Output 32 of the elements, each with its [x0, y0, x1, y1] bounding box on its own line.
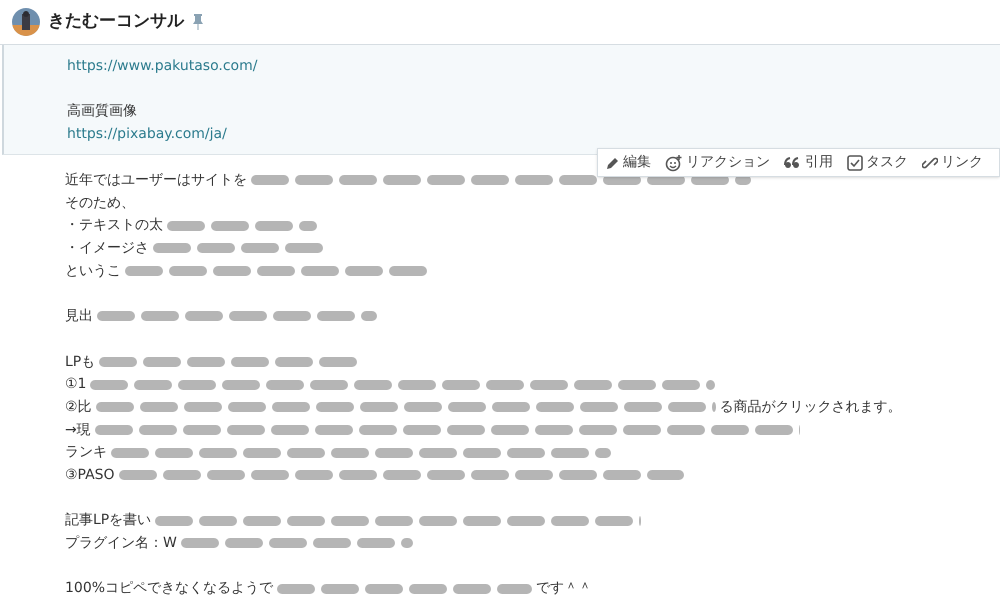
message-text: 高画質画像: [67, 103, 137, 120]
message-text: 見出: [65, 307, 93, 326]
link-icon: [922, 154, 938, 170]
message-text: というこ: [65, 262, 121, 281]
link-button[interactable]: リンク: [922, 152, 983, 173]
message-text: 記事LPを書い: [65, 511, 152, 530]
smiley-icon: [665, 154, 683, 172]
checkbox-icon: [847, 154, 863, 170]
message-text: ②比: [65, 398, 92, 417]
quote-button[interactable]: 引用: [784, 152, 833, 173]
message-text: です＾＾: [536, 579, 592, 598]
message-text: ①1: [65, 375, 86, 394]
reaction-button[interactable]: リアクション: [665, 152, 770, 173]
message-text: 100%コピペできなくなるようで: [65, 579, 274, 598]
quote-icon: [784, 156, 802, 168]
message-text: LPも: [65, 352, 96, 372]
link[interactable]: https://pixabay.com/ja/: [67, 126, 227, 142]
message-text: ・イメージさ: [65, 239, 149, 258]
message-text: ③PASO: [65, 466, 115, 485]
message-text: ・テキストの太: [65, 216, 163, 236]
pin-icon[interactable]: [192, 13, 204, 31]
task-button[interactable]: タスク: [847, 152, 908, 173]
message-text: →現: [65, 420, 91, 440]
avatar-icon: [12, 8, 40, 36]
link[interactable]: https://www.pakutaso.com/: [67, 58, 258, 74]
message-text: プラグイン名：W: [65, 534, 177, 553]
edit-button[interactable]: 編集: [606, 152, 651, 173]
message-text: 近年ではユーザーはサイトを: [65, 171, 247, 190]
message-text: そのため、: [65, 194, 135, 213]
chat-title: きたむーコンサル: [48, 10, 184, 34]
message-text: ランキ: [65, 443, 107, 462]
message-text: る商品がクリックされます。: [720, 398, 902, 417]
